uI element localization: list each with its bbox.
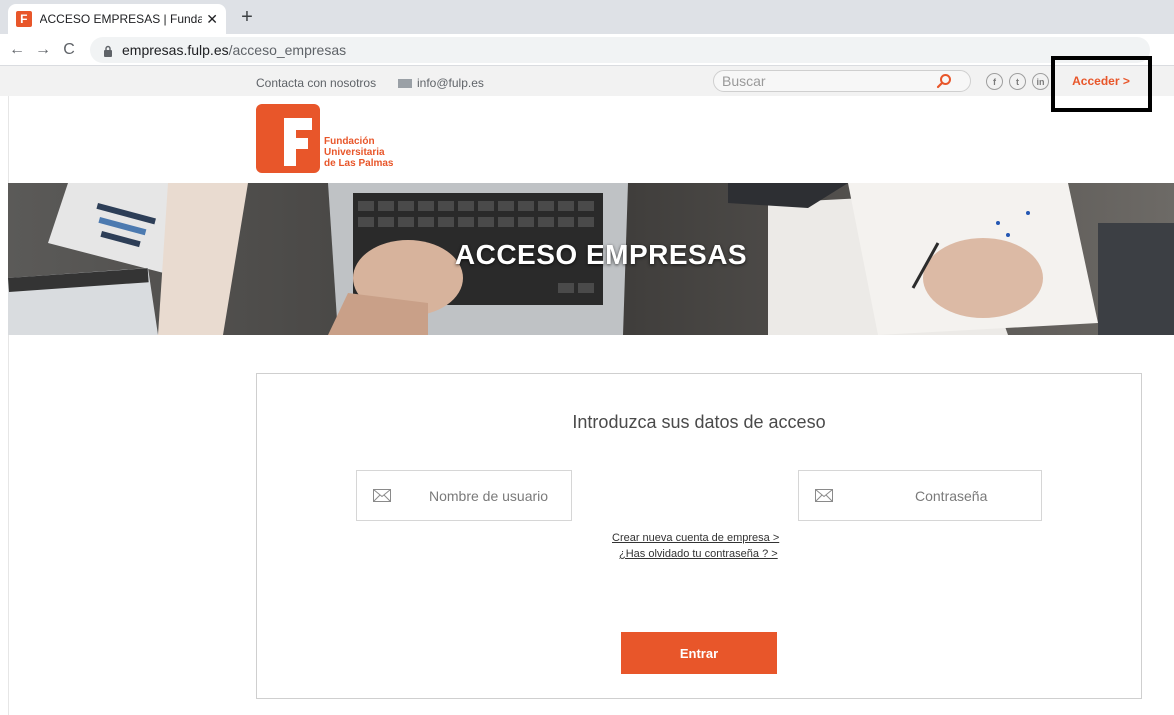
fulp-logo-mark-icon [256,104,320,173]
search-input[interactable] [714,71,924,91]
close-tab-icon[interactable]: ✕ [206,11,218,28]
username-field[interactable] [356,470,572,521]
mail-icon [398,78,412,88]
search-icon[interactable] [936,73,952,89]
tab-title: ACCESO EMPRESAS | Fundación [39,12,203,26]
create-account-link[interactable]: Crear nueva cuenta de empresa > [612,532,779,544]
new-tab-button[interactable]: + [236,6,258,28]
password-input[interactable] [845,487,1005,504]
highlight-annotation-box [1051,56,1152,112]
site-search [713,70,971,92]
logo-line-2: Universitaria [324,147,385,158]
login-card: Introduzca sus datos de acceso Crear nue… [256,373,1142,699]
page: F ACCESO EMPRESAS | Fundación ✕ + ← → C … [0,0,1174,715]
lock-icon [102,44,114,57]
browser-tabstrip: F ACCESO EMPRESAS | Fundación ✕ + [0,0,1174,34]
email-label: info@fulp.es [417,76,484,90]
email-link[interactable]: info@fulp.es [398,76,484,90]
forward-arrow-icon[interactable]: → [30,37,56,63]
fulp-logo[interactable]: Fundación Universitaria de Las Palmas [256,104,393,173]
facebook-icon[interactable]: f [986,73,1003,90]
password-field[interactable] [798,470,1042,521]
linkedin-icon[interactable]: in [1032,73,1049,90]
reload-icon[interactable]: C [56,37,82,63]
envelope-icon [373,489,391,502]
username-input[interactable] [403,487,563,504]
fulp-favicon-icon: F [16,11,32,27]
logo-line-3: de Las Palmas [324,158,394,169]
hero-banner: ACCESO EMPRESAS [8,183,1174,335]
logo-text: Fundación Universitaria de Las Palmas [324,136,393,169]
envelope-icon [815,489,833,502]
forgot-password-link[interactable]: ¿Has olvidado tu contraseña ? > [619,548,778,560]
url-domain: empresas.fulp.es [122,41,229,58]
url-path: /acceso_empresas [228,41,347,58]
logo-line-1: Fundación [324,136,375,147]
browser-tab[interactable]: F ACCESO EMPRESAS | Fundación ✕ [8,4,226,34]
browser-toolbar: ← → C empresas.fulp.es/acceso_empresas [0,34,1174,66]
back-arrow-icon[interactable]: ← [4,37,30,63]
entrar-button[interactable]: Entrar [621,632,777,674]
login-title: Introduzca sus datos de acceso [572,412,826,432]
twitter-icon[interactable]: t [1009,73,1026,90]
contact-link[interactable]: Contacta con nosotros [256,76,376,90]
hero-title: ACCESO EMPRESAS [454,239,748,270]
address-bar[interactable]: empresas.fulp.es/acceso_empresas [90,36,1150,63]
